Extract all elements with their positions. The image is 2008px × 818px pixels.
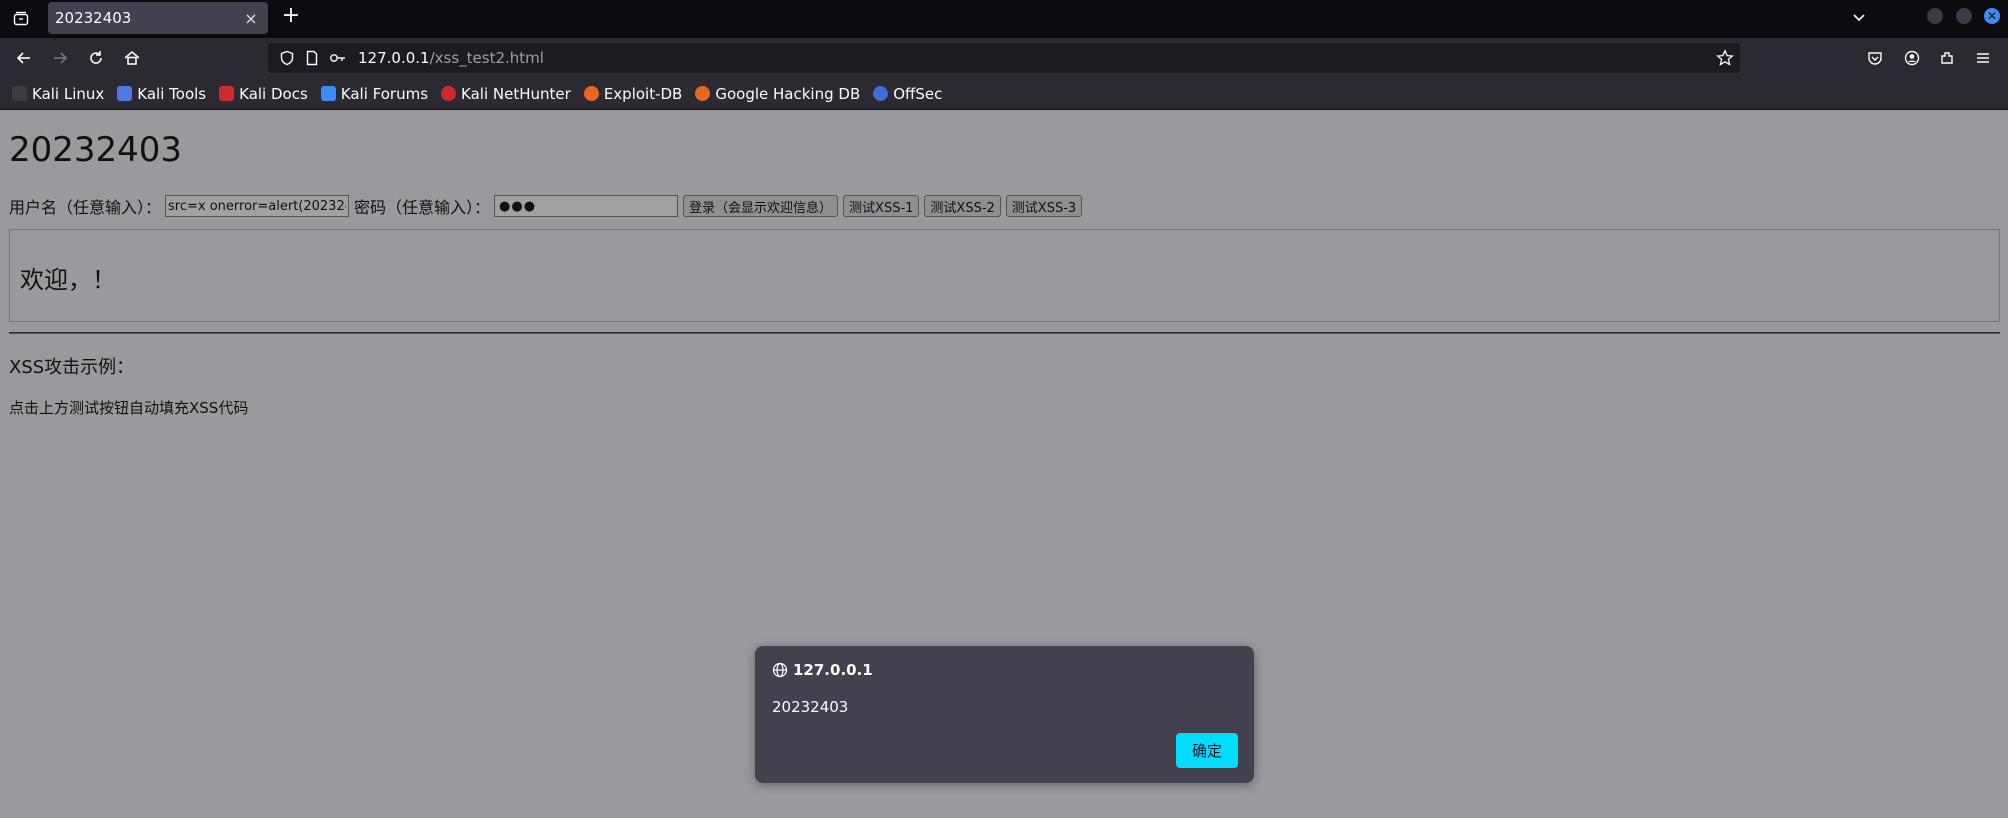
new-tab-button[interactable]: + <box>280 5 302 28</box>
url-bar[interactable]: 127.0.0.1/xss_test2.html <box>268 43 1740 73</box>
bookmark-kali-docs[interactable]: Kali Docs <box>219 85 308 103</box>
bookmark-kali-linux[interactable]: Kali Linux <box>12 85 104 103</box>
forward-icon[interactable] <box>49 47 71 69</box>
xss-examples-heading: XSS攻击示例： <box>9 357 135 378</box>
divider <box>9 332 2000 334</box>
bookmark-exploit-db[interactable]: Exploit-DB <box>583 85 682 103</box>
account-icon[interactable] <box>1901 47 1923 69</box>
xss-examples-description: 点击上方测试按钮自动填充XSS代码 <box>9 399 249 417</box>
url-path: /xss_test2.html <box>429 49 544 67</box>
welcome-box: 欢迎，！ <box>9 229 2000 322</box>
test-xss-1-button[interactable]: 测试XSS-1 <box>843 195 920 217</box>
url-host: 127.0.0.1 <box>358 49 430 67</box>
chevron-down-icon[interactable] <box>1848 7 1870 29</box>
page-title: 20232403 <box>9 130 183 170</box>
alert-origin: 127.0.0.1 <box>772 661 873 679</box>
password-input[interactable] <box>494 195 679 217</box>
page-icon[interactable] <box>301 47 323 69</box>
menu-icon[interactable] <box>1972 47 1994 69</box>
login-button[interactable]: 登录（会显示欢迎信息） <box>683 195 839 217</box>
alert-ok-button[interactable]: 确定 <box>1176 733 1238 768</box>
tab-title: 20232403 <box>55 9 132 27</box>
tab-active[interactable]: 20232403 × <box>48 2 268 34</box>
tab-list-icon[interactable] <box>10 8 32 30</box>
nav-bar: 127.0.0.1/xss_test2.html <box>0 38 2008 78</box>
shield-icon[interactable] <box>276 47 298 69</box>
username-label: 用户名（任意输入）： <box>9 198 162 217</box>
alert-origin-text: 127.0.0.1 <box>793 661 873 679</box>
kali-tools-icon <box>117 86 133 101</box>
test-xss-3-button[interactable]: 测试XSS-3 <box>1005 195 1083 217</box>
extensions-icon[interactable] <box>1936 47 1958 69</box>
exploit-db-icon <box>583 86 599 101</box>
nethunter-icon <box>441 86 457 101</box>
test-xss-2-button[interactable]: 测试XSS-2 <box>924 195 1001 217</box>
username-input[interactable] <box>165 195 350 217</box>
key-icon[interactable] <box>327 47 349 69</box>
reload-icon[interactable] <box>85 47 107 69</box>
ghdb-icon <box>695 86 711 101</box>
back-icon[interactable] <box>13 47 35 69</box>
alert-message: 20232403 <box>772 698 849 716</box>
tab-bar: 20232403 × + ✕ <box>0 0 2008 38</box>
url-text[interactable]: 127.0.0.1/xss_test2.html <box>358 49 544 67</box>
kali-dragon-icon <box>12 86 27 101</box>
globe-icon <box>772 662 788 678</box>
bookmarks-bar: Kali Linux Kali Tools Kali Docs Kali For… <box>0 78 2008 110</box>
maximize-icon[interactable] <box>1956 8 1972 24</box>
bookmark-star-icon[interactable] <box>1714 47 1736 69</box>
home-icon[interactable] <box>121 47 143 69</box>
kali-forums-icon <box>320 86 336 101</box>
password-label: 密码（任意输入）： <box>354 198 491 217</box>
bookmark-offsec[interactable]: OffSec <box>873 85 942 103</box>
bookmark-google-hacking-db[interactable]: Google Hacking DB <box>695 85 860 103</box>
bookmark-kali-forums[interactable]: Kali Forums <box>320 85 428 103</box>
tab-close-icon[interactable]: × <box>242 9 260 28</box>
bookmark-kali-nethunter[interactable]: Kali NetHunter <box>441 85 571 103</box>
window-close-icon[interactable]: ✕ <box>1984 8 2000 24</box>
offsec-icon <box>873 86 889 101</box>
minimize-icon[interactable] <box>1927 8 1943 24</box>
welcome-message: 欢迎，！ <box>20 266 116 294</box>
pocket-icon[interactable] <box>1864 47 1886 69</box>
login-form: 用户名（任意输入）： 密码（任意输入）： 登录（会显示欢迎信息） 测试XSS-1… <box>9 194 1087 218</box>
kali-docs-icon <box>219 86 235 101</box>
bookmark-kali-tools[interactable]: Kali Tools <box>117 85 206 103</box>
alert-dialog: 127.0.0.1 20232403 确定 <box>755 646 1254 783</box>
